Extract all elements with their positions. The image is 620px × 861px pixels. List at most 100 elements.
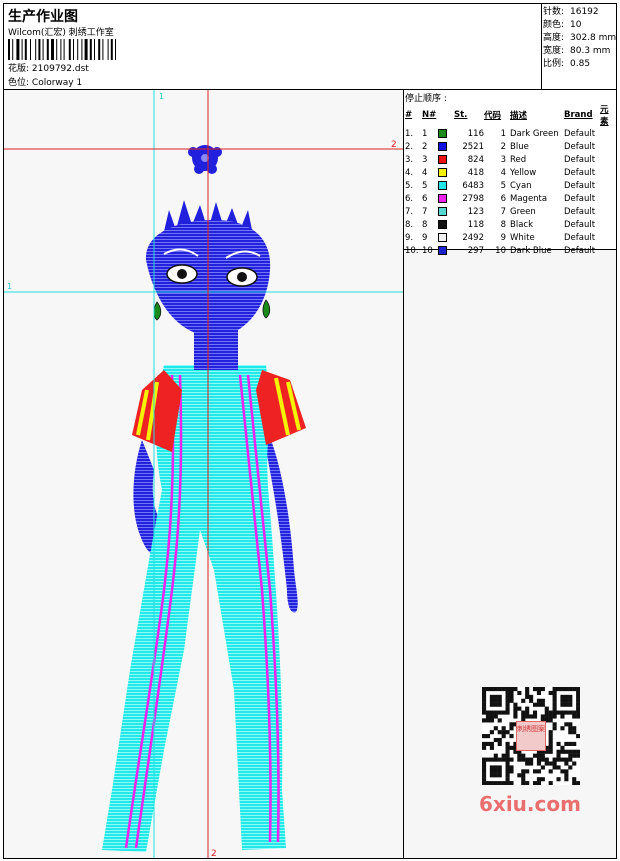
qr-module [572, 687, 577, 692]
qr-module [497, 765, 502, 770]
qr-module [505, 765, 510, 770]
row-stitches: 6483 [462, 180, 484, 191]
qr-module [576, 710, 580, 715]
qr-module [548, 737, 553, 743]
qr-module [568, 730, 573, 735]
qr-module [548, 749, 553, 754]
qr-module [529, 698, 534, 703]
qr-module [576, 781, 580, 785]
qr-module [552, 694, 557, 699]
stop-sequence-rows: 1. 1 116 1 Dark Green Default 2. 2 2521 2 Blue Defa… [405, 127, 616, 257]
colorway-line: 色位: Colorway 1 [8, 75, 82, 88]
qr-module [497, 730, 502, 735]
qr-module [505, 730, 510, 735]
qr-module [513, 706, 518, 711]
table-row: 8. 8 118 8 Black Default [405, 218, 616, 231]
qr-module [517, 706, 522, 711]
qr-module [568, 757, 573, 762]
row-color-swatch [438, 153, 454, 166]
qr-module [552, 702, 557, 707]
barcode-bar [77, 39, 79, 60]
row-code: 6 [500, 193, 506, 204]
row-needle: 9 [422, 232, 428, 243]
qr-module [509, 745, 514, 750]
sheet-title: 生产作业图 [8, 9, 78, 25]
qr-module [576, 753, 580, 758]
qr-module [489, 687, 494, 692]
barcode-bar [98, 39, 101, 60]
qr-module [568, 765, 573, 770]
qr-module [482, 734, 487, 739]
qr-module [532, 714, 538, 719]
row-stitches: 123 [467, 206, 484, 217]
colorway-label: 色位: [8, 78, 30, 88]
barcode-bar [56, 39, 58, 60]
qr-module [536, 702, 541, 707]
qr-module [564, 749, 569, 754]
qr-module [505, 757, 510, 762]
color-swatch [438, 206, 447, 216]
qr-module [521, 757, 526, 762]
color-swatch [438, 245, 447, 255]
qr-module [536, 777, 541, 782]
barcode-bar [68, 39, 71, 60]
qr-module [548, 769, 553, 774]
qr-module [540, 702, 545, 707]
qr-module [560, 710, 565, 715]
qr-module [544, 706, 549, 711]
qr-module [505, 761, 510, 766]
qr-module [509, 769, 514, 774]
qr-module [497, 741, 502, 746]
qr-module [489, 710, 494, 715]
barcode-bar [12, 39, 14, 60]
row-number: 6. [405, 193, 414, 204]
qr-module [525, 757, 530, 762]
barcode-bar [110, 39, 113, 60]
qr-module [505, 694, 510, 699]
qr-module [572, 741, 577, 746]
qr-module [548, 690, 553, 696]
row-brand: Default [564, 167, 596, 178]
qr-module [564, 741, 569, 746]
qr-module [552, 726, 557, 731]
row-number: 4. [405, 167, 414, 178]
row-number: 5. [405, 180, 414, 191]
row-brand: Default [564, 219, 596, 230]
table-row: 7. 7 123 7 Green Default [405, 205, 616, 218]
qr-module [482, 690, 487, 696]
qr-module [493, 737, 498, 743]
color-swatch [438, 193, 447, 203]
qr-module [560, 769, 565, 774]
qr-module [509, 694, 514, 699]
stat-height: 高度: 302.8 mm [543, 33, 617, 43]
qr-module [525, 781, 530, 785]
barcode-bar [102, 39, 104, 60]
qr-module [536, 687, 541, 692]
row-color-swatch [438, 127, 454, 140]
qr-module [517, 757, 522, 762]
qr-module [556, 753, 561, 758]
qr-module [544, 761, 549, 766]
qr-module [493, 698, 498, 703]
qr-module [521, 777, 526, 782]
barcode-bar [16, 39, 20, 60]
design-stats: 针数: 16192 颜色: 10 高度: 302.8 mm 宽度: 80.3 mm 比例… [541, 4, 616, 90]
qr-module [482, 781, 487, 785]
qr-module [552, 722, 557, 727]
qr-module [540, 757, 545, 762]
qr-module [509, 690, 514, 696]
qr-module [505, 706, 510, 711]
row-color-swatch [438, 192, 454, 205]
qr-module [505, 687, 510, 692]
qr-seal: 刺绣图案 [516, 721, 546, 751]
row-description: Blue [510, 141, 529, 152]
qr-module [548, 761, 553, 766]
qr-module [497, 769, 502, 774]
qr-module [576, 749, 580, 754]
row-needle: 5 [422, 180, 428, 191]
qr-module [529, 757, 534, 762]
qr-module [560, 745, 565, 750]
qr-module [548, 714, 553, 719]
qr-module [493, 773, 498, 778]
qr-module [556, 741, 561, 746]
